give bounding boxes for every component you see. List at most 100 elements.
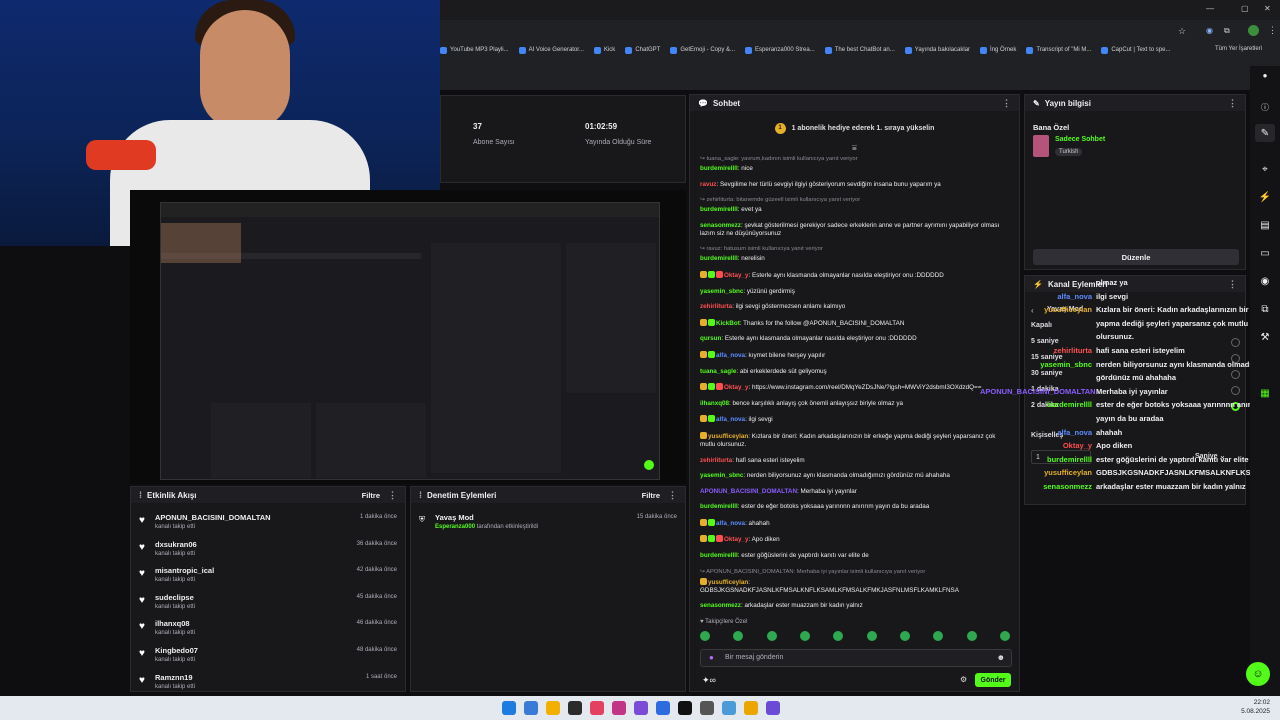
edit-icon[interactable]: ✎ [1255, 124, 1275, 142]
chat-username[interactable]: alfa_nova [716, 352, 745, 359]
bookmark-item[interactable]: GetEmoji - Copy &... [670, 46, 735, 54]
taskbar-app-icon[interactable] [502, 701, 516, 715]
chat-username[interactable]: ilhanxq08 [700, 400, 729, 407]
calendar-icon[interactable]: ▦ [1255, 384, 1275, 402]
wrench-icon[interactable]: ⚒ [1255, 328, 1275, 346]
stream-info-menu-icon[interactable]: ⋮ [1228, 98, 1237, 109]
emote-icon[interactable] [966, 631, 977, 641]
collapse-icon[interactable]: ⩸ [852, 143, 857, 153]
settings-gear-icon[interactable]: ⚙ [960, 675, 967, 684]
close-icon[interactable]: ✕ [1264, 4, 1271, 13]
chat-input[interactable]: ● Bir mesaj gönderin ☻ [700, 649, 1012, 667]
copy-icon[interactable]: ⧉ [1255, 300, 1275, 318]
chat-username[interactable]: alfa_nova [716, 416, 745, 423]
bookmark-item[interactable]: The best ChatBot an... [824, 46, 895, 54]
drag-icon[interactable]: ⁞ [139, 490, 142, 500]
chat-username[interactable]: burdemirellll [700, 165, 738, 172]
bookmark-item[interactable]: YouTube MP3 Playli... [440, 46, 509, 54]
emote-icon[interactable] [899, 631, 910, 641]
target-icon[interactable]: ⌖ [1255, 160, 1275, 178]
address-bar[interactable]: ☆ ◉ ⧉ ⋮ [440, 22, 1280, 42]
taskbar-app-icon[interactable] [744, 701, 758, 715]
chat-username[interactable]: Oktay_y [724, 272, 749, 279]
taskbar-app-icon[interactable] [678, 701, 692, 715]
minimize-icon[interactable]: — [1206, 4, 1214, 13]
emote-icon[interactable] [700, 631, 710, 641]
chat-username[interactable]: burdemirellll [700, 255, 738, 262]
chat-username[interactable]: yusufficeylan [708, 579, 748, 586]
activity-item[interactable]: ♥ sudeclipse kanalı takip etti 45 dakika ön… [131, 591, 405, 618]
emote-icon[interactable] [866, 631, 877, 641]
stream-preview[interactable] [130, 190, 686, 484]
emote-icon[interactable] [999, 631, 1010, 641]
moderation-item-user[interactable]: Esperanza000 [435, 524, 475, 530]
activity-item[interactable]: ♥ ilhanxq08 kanalı takip etti 46 dakika önc… [131, 617, 405, 644]
emote-icon[interactable] [766, 631, 777, 641]
emote-icon[interactable] [833, 631, 844, 641]
chat-username[interactable]: ravuz [700, 181, 716, 188]
pinned-gift-banner[interactable]: 1 1 abonelik hediye ederek 1. sıraya yük… [698, 117, 1011, 139]
taskbar-app-icon[interactable] [722, 701, 736, 715]
taskbar-app-icon[interactable] [524, 701, 538, 715]
user-icon[interactable]: ● [1255, 66, 1275, 84]
bookmark-item[interactable]: CapCut | Text to spe... [1101, 46, 1170, 54]
activity-item[interactable]: ♥ Kingbedo07 kanalı takip etti 48 dakika ön… [131, 644, 405, 671]
chat-username[interactable]: yasemin_sbnc [700, 472, 743, 479]
chat-username[interactable]: APONUN_BACISINI_DOMALTAN [700, 488, 797, 495]
taskbar-app-icon[interactable] [766, 701, 780, 715]
category-link[interactable]: Sadece Sohbet [1055, 136, 1105, 143]
bookmark-item[interactable]: AI Voice Generator... [518, 46, 584, 54]
bookmark-item[interactable]: Transcript of "Mi M... [1026, 46, 1091, 54]
taskbar-app-icon[interactable] [612, 701, 626, 715]
activity-item[interactable]: ♥ misantropic_ical kanalı takip etti 42 dak… [131, 564, 405, 591]
chat-menu-icon[interactable]: ⋮ [1002, 98, 1011, 109]
taskbar-app-icon[interactable] [656, 701, 670, 715]
moderation-menu-icon[interactable]: ⋮ [668, 490, 677, 501]
chat-username[interactable]: senasonmezz [700, 602, 741, 609]
chat-username[interactable]: zehirliturta [700, 303, 732, 310]
edit-button[interactable]: Düzenle [1033, 249, 1239, 265]
extensions-icon[interactable]: ⧉ [1224, 26, 1230, 36]
document-icon[interactable]: ▤ [1255, 216, 1275, 234]
all-bookmarks[interactable]: Tüm Yer İşaretleri [1215, 46, 1262, 52]
activity-item[interactable]: ♥ Ramznn19 kanalı takip etti 1 saat önce [131, 671, 405, 698]
drag-icon[interactable]: ⁞ [419, 490, 422, 500]
chat-username[interactable]: alfa_nova [716, 520, 745, 527]
extension-icon[interactable]: ◉ [1206, 26, 1213, 35]
points-icon[interactable]: ✦∞ [702, 675, 716, 686]
kebab-icon[interactable]: ⋮ [1268, 25, 1277, 36]
send-button[interactable]: Gönder [975, 673, 1011, 687]
help-icon[interactable]: ☺ [1246, 662, 1270, 686]
bookmark-item[interactable]: Yayında bakılacaklar [904, 46, 970, 54]
bookmark-item[interactable]: Kick [593, 46, 615, 54]
emote-icon[interactable] [933, 631, 944, 641]
bookmark-item[interactable]: İng Örnek [980, 46, 1016, 54]
chat-username[interactable]: qursun [700, 335, 721, 342]
mic-icon[interactable]: ● [709, 653, 714, 662]
chat-username[interactable]: burdemirellll [700, 552, 738, 559]
chat-username[interactable]: yasemin_sbnc [700, 288, 743, 295]
broadcast-icon[interactable]: ◉ [1255, 272, 1275, 290]
emote-icon[interactable] [799, 631, 810, 641]
taskbar-app-icon[interactable] [568, 701, 582, 715]
chat-username[interactable]: senasonmezz [700, 222, 741, 229]
moderation-filter-button[interactable]: Filtre [642, 491, 660, 500]
chat-username[interactable]: burdemirellll [700, 503, 738, 510]
chat-username[interactable]: KickBot [716, 320, 740, 327]
emote-icon[interactable] [733, 631, 744, 641]
info-icon[interactable]: ⓘ [1255, 98, 1275, 116]
taskbar-app-icon[interactable] [546, 701, 560, 715]
avatar[interactable] [1248, 25, 1259, 36]
chat-username[interactable]: zehirliturta [700, 457, 732, 464]
taskbar-app-icon[interactable] [634, 701, 648, 715]
emoji-icon[interactable]: ☻ [997, 653, 1005, 662]
bookmark-item[interactable]: Esperanza000 Strea... [745, 46, 815, 54]
chat-username[interactable]: Oktay_y [724, 536, 749, 543]
star-icon[interactable]: ☆ [1178, 26, 1186, 37]
activity-menu-icon[interactable]: ⋮ [388, 490, 397, 501]
activity-item[interactable]: ♥ APONUN_BACISINI_DOMALTAN kanalı takip et… [131, 511, 405, 538]
maximize-icon[interactable]: ▢ [1241, 4, 1249, 13]
taskbar-app-icon[interactable] [590, 701, 604, 715]
message-icon[interactable]: ▭ [1255, 244, 1275, 262]
bookmark-item[interactable]: ChatGPT [625, 46, 660, 54]
